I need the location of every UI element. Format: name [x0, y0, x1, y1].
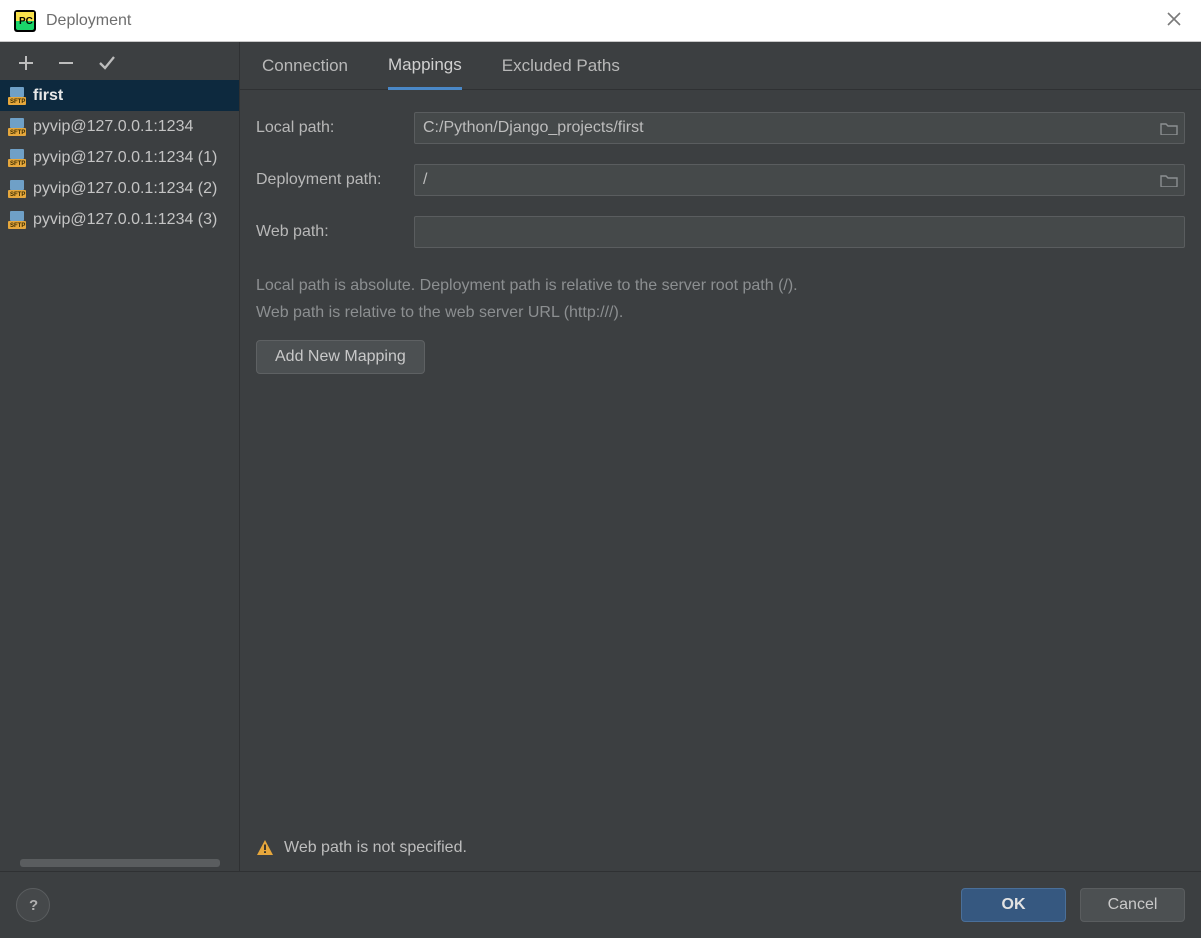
- deployment-path-input[interactable]: [415, 165, 1154, 195]
- svg-text:SFTP: SFTP: [10, 99, 25, 105]
- warning-text: Web path is not specified.: [284, 839, 467, 857]
- folder-open-icon[interactable]: [1154, 121, 1184, 135]
- pycharm-icon: PC: [14, 10, 36, 32]
- check-icon[interactable]: [98, 54, 116, 72]
- warning-icon: [256, 839, 274, 857]
- sidebar-item-first[interactable]: SFTP first: [0, 80, 239, 111]
- deployment-path-label: Deployment path:: [256, 171, 414, 189]
- tab-mappings[interactable]: Mappings: [388, 55, 462, 90]
- titlebar: PC Deployment: [0, 0, 1201, 42]
- svg-text:SFTP: SFTP: [10, 130, 25, 136]
- folder-open-icon[interactable]: [1154, 173, 1184, 187]
- sidebar-item[interactable]: SFTP pyvip@127.0.0.1:1234: [0, 111, 239, 142]
- sidebar-item[interactable]: SFTP pyvip@127.0.0.1:1234 (3): [0, 204, 239, 235]
- sftp-icon: SFTP: [7, 179, 27, 199]
- web-path-field-wrap: [414, 216, 1185, 248]
- dialog-footer: ? OK Cancel: [0, 871, 1201, 938]
- svg-text:PC: PC: [19, 16, 33, 27]
- mappings-form: Local path: Deployment path:: [240, 90, 1201, 382]
- sidebar-horizontal-scrollbar[interactable]: [0, 857, 239, 871]
- web-path-input[interactable]: [415, 217, 1184, 247]
- local-path-field-wrap: [414, 112, 1185, 144]
- svg-text:?: ?: [29, 897, 38, 914]
- sidebar-item-label: pyvip@127.0.0.1:1234 (3): [33, 211, 217, 229]
- row-web-path: Web path:: [256, 206, 1185, 258]
- scrollbar-thumb[interactable]: [20, 859, 220, 867]
- sidebar-item[interactable]: SFTP pyvip@127.0.0.1:1234 (2): [0, 173, 239, 204]
- help-button[interactable]: ?: [16, 888, 50, 922]
- content-panel: Connection Mappings Excluded Paths Local…: [240, 42, 1201, 871]
- row-deployment-path: Deployment path:: [256, 154, 1185, 206]
- sidebar-item-label: pyvip@127.0.0.1:1234: [33, 118, 193, 136]
- sidebar-item-label: first: [33, 87, 63, 105]
- remove-icon[interactable]: [58, 55, 74, 71]
- sidebar-item-label: pyvip@127.0.0.1:1234 (2): [33, 180, 217, 198]
- tabs: Connection Mappings Excluded Paths: [240, 42, 1201, 90]
- sidebar-list: SFTP first SFTP pyvip@127.0.0.1:1234 SFT…: [0, 80, 239, 857]
- add-new-mapping-button[interactable]: Add New Mapping: [256, 340, 425, 374]
- help-line-1: Local path is absolute. Deployment path …: [256, 272, 1185, 299]
- svg-text:SFTP: SFTP: [10, 223, 25, 229]
- sftp-icon: SFTP: [7, 86, 27, 106]
- window-title: Deployment: [46, 12, 131, 30]
- web-path-label: Web path:: [256, 223, 414, 241]
- sidebar: SFTP first SFTP pyvip@127.0.0.1:1234 SFT…: [0, 42, 240, 871]
- local-path-label: Local path:: [256, 119, 414, 137]
- help-line-2: Web path is relative to the web server U…: [256, 299, 1185, 326]
- help-text: Local path is absolute. Deployment path …: [256, 258, 1185, 340]
- close-icon[interactable]: [1161, 6, 1187, 35]
- cancel-button[interactable]: Cancel: [1080, 888, 1185, 922]
- sidebar-item-label: pyvip@127.0.0.1:1234 (1): [33, 149, 217, 167]
- svg-text:SFTP: SFTP: [10, 192, 25, 198]
- sftp-icon: SFTP: [7, 148, 27, 168]
- svg-text:SFTP: SFTP: [10, 161, 25, 167]
- tab-excluded-paths[interactable]: Excluded Paths: [502, 56, 620, 88]
- sidebar-toolbar: [0, 42, 239, 80]
- sftp-icon: SFTP: [7, 210, 27, 230]
- row-local-path: Local path:: [256, 102, 1185, 154]
- sftp-icon: SFTP: [7, 117, 27, 137]
- sidebar-item[interactable]: SFTP pyvip@127.0.0.1:1234 (1): [0, 142, 239, 173]
- workspace: SFTP first SFTP pyvip@127.0.0.1:1234 SFT…: [0, 42, 1201, 871]
- local-path-input[interactable]: [415, 113, 1154, 143]
- add-icon[interactable]: [18, 55, 34, 71]
- tab-connection[interactable]: Connection: [262, 56, 348, 88]
- ok-button[interactable]: OK: [961, 888, 1066, 922]
- warning-row: Web path is not specified.: [240, 839, 1201, 871]
- deployment-path-field-wrap: [414, 164, 1185, 196]
